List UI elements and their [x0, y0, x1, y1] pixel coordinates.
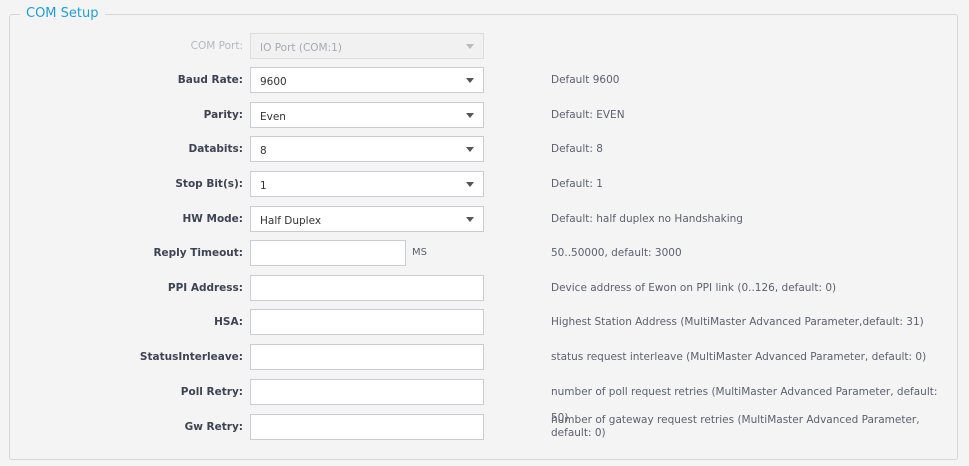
databits-select[interactable]: 8	[250, 136, 484, 162]
hw-mode-label: HW Mode:	[182, 213, 243, 225]
com-port-value: IO Port (COM:1)	[260, 42, 342, 54]
stop-bits-hint: Default: 1	[551, 178, 603, 190]
panel-title: COM Setup	[20, 6, 105, 22]
gw-retry-input[interactable]	[250, 414, 484, 440]
stop-bits-label: Stop Bit(s):	[175, 178, 243, 190]
com-port-label: COM Port:	[190, 40, 243, 52]
databits-hint: Default: 8	[551, 143, 603, 155]
hw-mode-hint: Default: half duplex no Handshaking	[551, 213, 743, 225]
ppi-address-row: PPI Address: Device address of Ewon on P…	[0, 275, 969, 301]
databits-label: Databits:	[188, 143, 244, 155]
baud-rate-label: Baud Rate:	[177, 74, 243, 86]
parity-row: Parity: Even Default: EVEN	[0, 102, 969, 128]
hw-mode-value: Half Duplex	[260, 215, 322, 227]
chevron-down-icon	[466, 147, 474, 152]
com-port-row: COM Port: IO Port (COM:1)	[0, 33, 969, 59]
status-interleave-input[interactable]	[250, 344, 484, 370]
hsa-hint: Highest Station Address (MultiMaster Adv…	[551, 316, 924, 328]
stop-bits-select[interactable]: 1	[250, 171, 484, 197]
stop-bits-value: 1	[260, 180, 267, 192]
chevron-down-icon	[466, 113, 474, 118]
poll-retry-label: Poll Retry:	[180, 386, 243, 398]
chevron-down-icon	[466, 44, 474, 49]
baud-rate-select[interactable]: 9600	[250, 67, 484, 93]
hw-mode-select[interactable]: Half Duplex	[250, 206, 484, 232]
stop-bits-row: Stop Bit(s): 1 Default: 1	[0, 171, 969, 197]
parity-label: Parity:	[203, 109, 243, 121]
ppi-address-input[interactable]	[250, 275, 484, 301]
parity-select[interactable]: Even	[250, 102, 484, 128]
status-interleave-row: StatusInterleave: status request interle…	[0, 344, 969, 370]
reply-timeout-hint: 50..50000, default: 3000	[551, 247, 682, 259]
baud-rate-value: 9600	[260, 76, 287, 88]
chevron-down-icon	[466, 78, 474, 83]
reply-timeout-input[interactable]	[250, 240, 406, 266]
com-port-select: IO Port (COM:1)	[250, 33, 484, 59]
gw-retry-label: Gw Retry:	[184, 421, 243, 433]
reply-timeout-row: Reply Timeout: MS 50..50000, default: 30…	[0, 240, 969, 266]
gw-retry-hint: number of gateway request retries (Multi…	[551, 414, 920, 439]
ppi-address-hint: Device address of Ewon on PPI link (0..1…	[551, 282, 837, 294]
status-interleave-hint: status request interleave (MultiMaster A…	[551, 351, 927, 363]
parity-value: Even	[260, 111, 286, 123]
ppi-address-label: PPI Address:	[167, 282, 243, 294]
status-interleave-label: StatusInterleave:	[139, 351, 243, 363]
reply-timeout-unit: MS	[412, 247, 427, 258]
reply-timeout-label: Reply Timeout:	[153, 247, 243, 259]
hsa-input[interactable]	[250, 309, 484, 335]
baud-rate-row: Baud Rate: 9600 Default 9600	[0, 67, 969, 93]
poll-retry-input[interactable]	[250, 379, 484, 405]
gw-retry-row: Gw Retry: number of gateway request retr…	[0, 414, 969, 440]
databits-value: 8	[260, 145, 267, 157]
chevron-down-icon	[466, 182, 474, 187]
chevron-down-icon	[466, 217, 474, 222]
hw-mode-row: HW Mode: Half Duplex Default: half duple…	[0, 206, 969, 232]
hsa-row: HSA: Highest Station Address (MultiMaste…	[0, 309, 969, 335]
parity-hint: Default: EVEN	[551, 109, 625, 121]
hsa-label: HSA:	[214, 316, 243, 328]
databits-row: Databits: 8 Default: 8	[0, 136, 969, 162]
baud-rate-hint: Default 9600	[551, 74, 620, 86]
poll-retry-row: Poll Retry: number of poll request retri…	[0, 379, 969, 424]
